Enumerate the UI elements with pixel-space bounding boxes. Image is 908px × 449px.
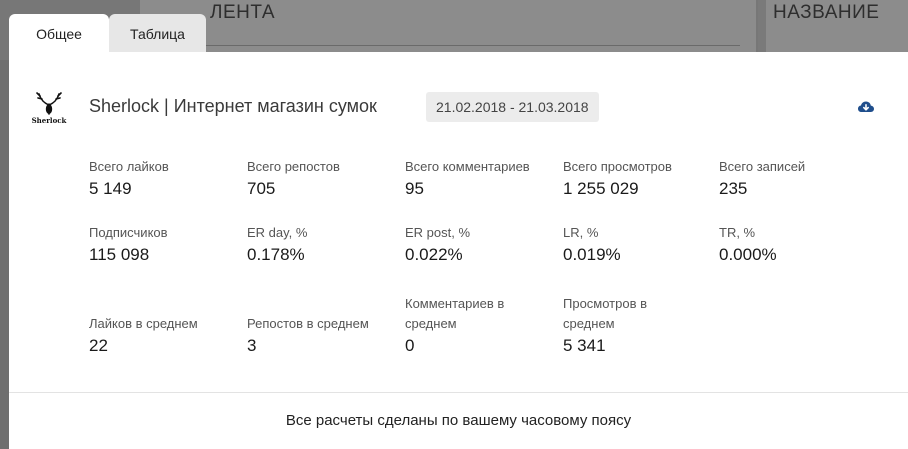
stat-value: 0 — [405, 336, 415, 355]
stat-total-posts: Всего записей 235 — [719, 157, 879, 200]
stat-total-likes: Всего лайков 5 149 — [89, 157, 249, 200]
stat-avg-reposts: Репостов в среднем 3 — [247, 314, 407, 357]
stat-value: 705 — [247, 179, 276, 198]
stat-label: Всего лайков — [89, 159, 169, 174]
deer-antlers-icon — [36, 92, 62, 115]
stat-label: Всего комментариев — [405, 159, 530, 174]
stat-avg-likes: Лайков в среднем 22 — [89, 314, 249, 357]
stat-label: Всего репостов — [247, 159, 340, 174]
stat-label: Комментариев в среднем — [405, 296, 505, 331]
stat-label: LR, % — [563, 225, 599, 240]
community-logo: Sherlock — [29, 90, 69, 126]
stat-total-reposts: Всего репостов 705 — [247, 157, 407, 200]
stat-er-day: ER day, % 0.178% — [247, 223, 407, 266]
stat-subscribers: Подписчиков 115 098 — [89, 223, 249, 266]
stat-avg-comments: Комментариев в среднем 0 — [405, 294, 555, 357]
stat-avg-views: Просмотров в среднем 5 341 — [563, 294, 693, 357]
community-header: Sherlock Sherlock | Интернет магазин сум… — [9, 90, 908, 126]
stat-label: ER post, % — [405, 225, 471, 240]
logo-text: Sherlock — [31, 116, 67, 125]
background-underline — [150, 45, 740, 46]
stat-label: Всего просмотров — [563, 159, 672, 174]
stat-lr: LR, % 0.019% — [563, 223, 723, 266]
stat-value: 115 098 — [89, 245, 150, 264]
stat-value: 235 — [719, 179, 748, 198]
stat-label: Просмотров в среднем — [563, 296, 648, 331]
stat-label: Всего записей — [719, 159, 806, 174]
stat-label: ER day, % — [247, 225, 308, 240]
stat-value: 5 149 — [89, 179, 132, 198]
stat-label: Подписчиков — [89, 225, 168, 240]
timezone-note: Все расчеты сделаны по вашему часовому п… — [285, 412, 632, 429]
cloud-download-icon[interactable] — [857, 98, 875, 116]
background-divider — [758, 0, 766, 58]
stat-value: 3 — [247, 336, 257, 355]
stat-value: 1 255 029 — [563, 179, 639, 198]
tab-general[interactable]: Общее — [9, 14, 109, 52]
footer-divider — [9, 392, 908, 393]
stat-er-post: ER post, % 0.022% — [405, 223, 565, 266]
stat-label: Репостов в среднем — [247, 316, 369, 331]
stat-value: 0.022% — [405, 245, 463, 264]
stat-value: 0.000% — [719, 245, 777, 264]
stat-value: 0.019% — [563, 245, 621, 264]
stats-modal: Общее Таблица Sherlock Sherlock | Интерн… — [9, 14, 908, 449]
stat-value: 0.178% — [247, 245, 305, 264]
stat-value: 5 341 — [563, 336, 606, 355]
background-heading-feed: ЛЕНТА — [210, 2, 276, 23]
background-heading-title: НАЗВАНИЕ — [773, 2, 880, 23]
stat-tr: TR, % 0.000% — [719, 223, 879, 266]
tab-table[interactable]: Таблица — [109, 14, 206, 52]
stat-total-comments: Всего комментариев 95 — [405, 157, 565, 200]
stat-value: 22 — [89, 336, 108, 355]
stat-label: TR, % — [719, 225, 756, 240]
stat-value: 95 — [405, 179, 424, 198]
community-name[interactable]: Sherlock | Интернет магазин сумок — [89, 96, 377, 117]
stat-label: Лайков в среднем — [89, 316, 198, 331]
date-range-badge: 21.02.2018 - 21.03.2018 — [426, 92, 599, 122]
stat-total-views: Всего просмотров 1 255 029 — [563, 157, 723, 200]
